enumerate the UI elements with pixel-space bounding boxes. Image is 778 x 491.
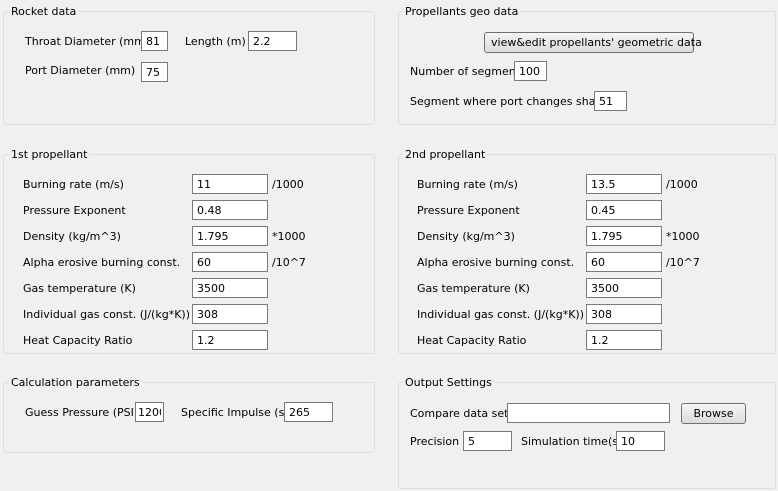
burning-rate-label: Burning rate (m/s) [23, 178, 124, 191]
length-input[interactable] [248, 31, 297, 51]
gas-temperature-input[interactable] [586, 278, 662, 298]
density-input[interactable] [586, 226, 662, 246]
alpha-erosive-input[interactable] [192, 252, 268, 272]
compare-data-set-label: Compare data set [410, 407, 509, 420]
guess-pressure-input[interactable] [135, 402, 164, 422]
density-label: Density (kg/m^3) [23, 230, 121, 243]
browse-button[interactable]: Browse [681, 403, 746, 424]
view-edit-geometric-data-button[interactable]: view&edit propellants' geometric data [484, 32, 702, 53]
pressure-exponent-label: Pressure Exponent [417, 204, 520, 217]
number-of-segments-input[interactable] [514, 61, 547, 81]
pressure-exponent-input[interactable] [192, 200, 268, 220]
compare-data-set-input[interactable] [507, 403, 670, 423]
rocket-data-title: Rocket data [9, 5, 79, 18]
simulation-time-input[interactable] [616, 431, 665, 451]
alpha-erosive-input[interactable] [586, 252, 662, 272]
precision-label: Precision [410, 435, 460, 448]
alpha-erosive-label: Alpha erosive burning const. [23, 256, 181, 269]
specific-impulse-input[interactable] [284, 402, 333, 422]
gas-temperature-label: Gas temperature (K) [417, 282, 530, 295]
gas-temperature-input[interactable] [192, 278, 268, 298]
number-of-segments-label: Number of segments [410, 65, 526, 78]
simulation-time-label: Simulation time(s) [521, 435, 623, 448]
heat-capacity-ratio-label: Heat Capacity Ratio [23, 334, 133, 347]
output-settings-title: Output Settings [403, 376, 494, 389]
length-label: Length (m) [185, 35, 246, 48]
burning-rate-label: Burning rate (m/s) [417, 178, 518, 191]
heat-capacity-ratio-label: Heat Capacity Ratio [417, 334, 527, 347]
specific-impulse-label: Specific Impulse (s) [181, 406, 289, 419]
geo-data-title: Propellants geo data [403, 5, 521, 18]
alpha-erosive-label: Alpha erosive burning const. [417, 256, 575, 269]
density-unit: *1000 [666, 230, 700, 243]
gas-constant-input[interactable] [192, 304, 268, 324]
heat-capacity-ratio-input[interactable] [586, 330, 662, 350]
pressure-exponent-input[interactable] [586, 200, 662, 220]
port-shape-segment-label: Segment where port changes shape [410, 95, 610, 108]
port-diameter-label: Port Diameter (mm) [25, 64, 136, 77]
gas-constant-label: Individual gas const. (J/(kg*K)) [417, 308, 584, 321]
pressure-exponent-label: Pressure Exponent [23, 204, 126, 217]
port-shape-segment-input[interactable] [594, 91, 627, 111]
burning-rate-input[interactable] [586, 174, 662, 194]
gas-constant-label: Individual gas const. (J/(kg*K)) [23, 308, 190, 321]
density-label: Density (kg/m^3) [417, 230, 515, 243]
calculation-parameters-title: Calculation parameters [9, 376, 142, 389]
alpha-erosive-unit: /10^7 [666, 256, 700, 269]
density-input[interactable] [192, 226, 268, 246]
gas-constant-input[interactable] [586, 304, 662, 324]
throat-diameter-label: Throat Diameter (mm) [25, 35, 150, 48]
precision-input[interactable] [463, 431, 512, 451]
port-diameter-input[interactable] [141, 62, 168, 82]
first-propellant-title: 1st propellant [9, 148, 90, 161]
alpha-erosive-unit: /10^7 [272, 256, 306, 269]
guess-pressure-label: Guess Pressure (PSI) [25, 406, 139, 419]
throat-diameter-input[interactable] [141, 31, 168, 51]
burning-rate-input[interactable] [192, 174, 268, 194]
density-unit: *1000 [272, 230, 306, 243]
heat-capacity-ratio-input[interactable] [192, 330, 268, 350]
burning-rate-unit: /1000 [666, 178, 698, 191]
gas-temperature-label: Gas temperature (K) [23, 282, 136, 295]
burning-rate-unit: /1000 [272, 178, 304, 191]
second-propellant-title: 2nd propellant [403, 148, 488, 161]
